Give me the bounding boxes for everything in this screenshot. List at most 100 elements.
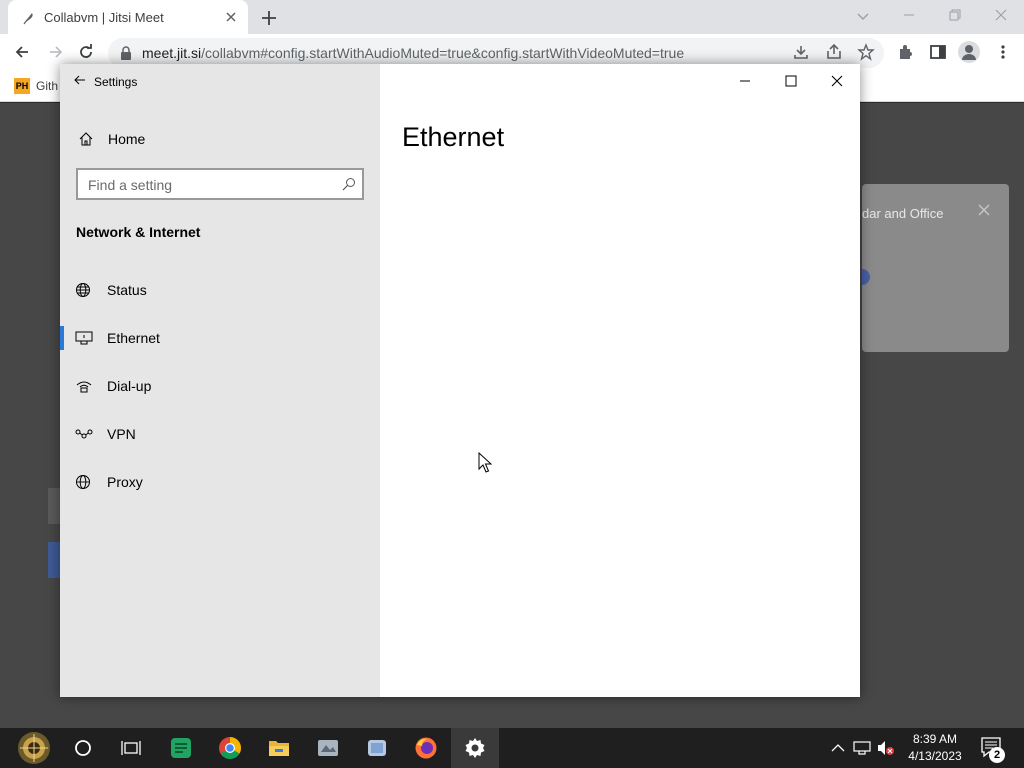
- globe-icon: [76, 475, 90, 489]
- notification-count-badge: 2: [989, 747, 1005, 763]
- volume-muted-icon: [878, 741, 894, 755]
- tab-search-chevron-icon[interactable]: [855, 8, 871, 24]
- firefox-icon: [415, 737, 437, 759]
- volume-tray-button[interactable]: [874, 728, 898, 768]
- taskbar-paint[interactable]: [353, 728, 401, 768]
- forward-icon[interactable]: [47, 43, 65, 61]
- restore-icon: [949, 9, 961, 21]
- page-button[interactable]: [48, 542, 60, 578]
- network-icon: [853, 741, 871, 755]
- settings-icon: [465, 738, 485, 758]
- url-path: /collabvm#config.startWithAudioMuted=tru…: [201, 45, 685, 61]
- search-icon[interactable]: [342, 177, 356, 191]
- clock[interactable]: 8:39 AM 4/13/2023: [900, 731, 970, 765]
- taskbar: 8:39 AM 4/13/2023: [0, 728, 1024, 768]
- cortana-icon: [75, 740, 91, 756]
- section-title: Network & Internet: [76, 224, 201, 240]
- tab-strip: Collabvm | Jitsi Meet: [0, 0, 1024, 34]
- menu-kebab-icon[interactable]: [994, 43, 1012, 61]
- settings-window: Settings Home Network & Internet Status …: [60, 64, 860, 697]
- tab-close-icon[interactable]: [224, 10, 238, 24]
- network-tray-button[interactable]: [850, 728, 874, 768]
- url-host: meet.jit.si: [142, 45, 202, 61]
- minimize-button[interactable]: [886, 0, 932, 30]
- share-icon[interactable]: [825, 43, 843, 61]
- clock-date: 4/13/2023: [908, 749, 962, 763]
- settings-maximize-button[interactable]: [768, 66, 814, 96]
- back-arrow-icon[interactable]: [74, 74, 86, 86]
- nav-item-dial-up[interactable]: Dial-up: [60, 366, 380, 406]
- nav-home[interactable]: Home: [60, 124, 380, 154]
- vpn-icon: [75, 429, 93, 439]
- start-button[interactable]: [10, 728, 58, 768]
- taskbar-settings[interactable]: [451, 728, 499, 768]
- nav-item-status[interactable]: Status: [60, 270, 380, 310]
- sheets-icon: [171, 738, 191, 758]
- close-icon: [995, 9, 1007, 21]
- notification-text: dar and Office: [862, 206, 944, 221]
- bookmark-star-icon[interactable]: [857, 43, 875, 61]
- restore-button[interactable]: [932, 0, 978, 30]
- close-button[interactable]: [978, 0, 1024, 30]
- taskbar-chrome[interactable]: [206, 728, 254, 768]
- extensions-icon[interactable]: [897, 43, 915, 61]
- window-title: Settings: [94, 75, 138, 89]
- taskbar-app[interactable]: [304, 728, 352, 768]
- taskbar-sheets[interactable]: [157, 728, 205, 768]
- taskbar-firefox[interactable]: [402, 728, 450, 768]
- profile-avatar[interactable]: [958, 41, 980, 63]
- chrome-icon: [219, 737, 241, 759]
- reload-icon[interactable]: [77, 43, 95, 61]
- settings-sidebar: Settings Home Network & Internet Status …: [60, 64, 380, 697]
- nav-item-label: Status: [107, 282, 147, 298]
- tab-title: Collabvm | Jitsi Meet: [44, 10, 164, 25]
- paint-icon: [368, 740, 386, 756]
- jitsi-favicon-icon: [23, 13, 33, 25]
- page-title: Ethernet: [402, 122, 505, 152]
- status-globe-icon: [76, 283, 90, 297]
- clock-time: 8:39 AM: [912, 732, 958, 746]
- new-tab-icon[interactable]: [260, 9, 278, 27]
- minimize-icon: [904, 14, 914, 16]
- cortana-button[interactable]: [59, 728, 107, 768]
- search-input[interactable]: [88, 176, 328, 194]
- bookmark-label: Gith: [36, 79, 59, 93]
- nav-item-vpn[interactable]: VPN: [60, 414, 380, 454]
- back-icon[interactable]: [13, 43, 31, 61]
- search-box[interactable]: [76, 168, 364, 200]
- page-notification: dar and Office: [862, 184, 1009, 352]
- url-text[interactable]: meet.jit.si/collabvm#config.startWithAud…: [142, 45, 684, 61]
- bookmark-item[interactable]: PH Gith: [14, 78, 58, 94]
- settings-minimize-button[interactable]: [722, 66, 768, 96]
- close-icon: [831, 75, 843, 87]
- nav-item-proxy[interactable]: Proxy: [60, 462, 380, 502]
- app-icon: [318, 740, 338, 756]
- start-icon: [18, 732, 50, 764]
- file-explorer-icon: [269, 741, 289, 756]
- nav-item-label: Ethernet: [107, 330, 160, 346]
- task-view-icon: [121, 741, 141, 755]
- minimize-icon: [740, 80, 750, 82]
- mouse-cursor-icon: [478, 452, 492, 473]
- taskbar-file-explorer[interactable]: [255, 728, 303, 768]
- nav-item-ethernet[interactable]: Ethernet: [60, 318, 380, 358]
- install-icon[interactable]: [792, 43, 810, 61]
- task-view-button[interactable]: [107, 728, 155, 768]
- notification-button[interactable]: [862, 269, 870, 285]
- settings-close-button[interactable]: [814, 66, 860, 96]
- nav-item-label: Dial-up: [107, 378, 152, 394]
- browser-tab[interactable]: Collabvm | Jitsi Meet: [8, 0, 248, 34]
- maximize-icon: [785, 75, 797, 87]
- show-hidden-icons-button[interactable]: [826, 728, 850, 768]
- nav-item-label: Proxy: [107, 474, 143, 490]
- home-icon: [79, 132, 93, 146]
- profile-icon: [962, 45, 976, 60]
- selection-indicator: [60, 326, 64, 350]
- chevron-up-icon: [831, 744, 845, 752]
- side-panel-icon[interactable]: [929, 43, 947, 61]
- notification-close-icon[interactable]: [978, 204, 990, 216]
- lock-icon[interactable]: [120, 46, 132, 60]
- nav-home-label: Home: [108, 131, 146, 147]
- dial-up-icon: [76, 381, 92, 393]
- nav-item-label: VPN: [107, 426, 136, 442]
